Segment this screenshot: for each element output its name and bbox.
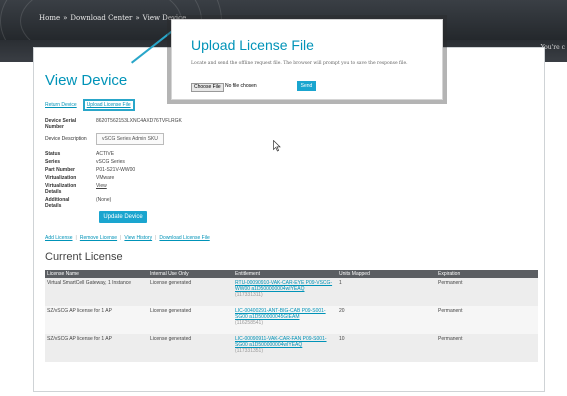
device-details: Device Serial Number 8620T562153LXNC4AXD…: [45, 118, 182, 211]
upload-license-highlight: Upload License File: [82, 99, 135, 111]
detail-row-description: Device Description vSCG Series Admin SKU: [45, 133, 182, 145]
detail-value: (None): [96, 197, 112, 203]
units-mapped-cell: 10: [337, 334, 436, 362]
detail-row-status: Status ACTIVE: [45, 151, 182, 157]
popup-title: Upload License File: [191, 37, 314, 53]
table-row: Virtual SmartCell Gateway, 1 Instance Li…: [45, 278, 538, 306]
detail-row-virtualization: Virtualization VMware: [45, 175, 182, 181]
return-device-link[interactable]: Return Device: [45, 102, 77, 108]
detail-row-additional: Additional Details (None): [45, 197, 182, 209]
detail-label: Series: [45, 159, 61, 165]
link-separator: |: [120, 235, 122, 241]
view-history-link[interactable]: View History: [124, 235, 152, 241]
virtualization-view-link[interactable]: View: [96, 183, 107, 195]
license-name-cell: SZ/vSCG AP license for 1 AP: [45, 334, 148, 362]
remove-license-link[interactable]: Remove License: [80, 235, 117, 241]
internal-use-cell: License generated: [148, 334, 233, 362]
table-row: SZ/vSCG AP license for 1 AP License gene…: [45, 334, 538, 362]
entitlement-id: (117331311): [235, 292, 263, 298]
table-header-row: License Name Internal Use Only Entitleme…: [45, 270, 538, 278]
table-row: SZ/vSCG AP license for 1 AP License gene…: [45, 306, 538, 334]
send-button[interactable]: Send: [297, 81, 316, 91]
link-separator: |: [75, 235, 77, 241]
device-links: Return Device Upload License File: [45, 99, 135, 111]
internal-use-cell: License generated: [148, 306, 233, 334]
detail-row-part-number: Part Number P01-S21V-WW00: [45, 167, 182, 173]
expiration-cell: Permanent: [436, 306, 538, 334]
internal-use-cell: License generated: [148, 278, 233, 306]
detail-label: Device Description: [45, 136, 87, 142]
download-license-file-link[interactable]: Download License File: [159, 235, 209, 241]
license-name-cell: Virtual SmartCell Gateway, 1 Instance: [45, 278, 148, 306]
column-header: Units Mapped: [337, 270, 436, 278]
entitlement-id: (117331351): [235, 348, 263, 354]
detail-value: P01-S21V-WW00: [96, 167, 136, 173]
units-mapped-cell: 20: [337, 306, 436, 334]
entitlement-cell: LIC-00400291-ANT-BIG-CAB P09-S001-SG00 a…: [233, 306, 337, 334]
column-header: Expiration: [436, 270, 538, 278]
detail-value: vSCG Series: [96, 159, 125, 165]
expiration-cell: Permanent: [436, 334, 538, 362]
upload-license-popup: Upload License File Locate and send the …: [171, 19, 443, 100]
license-name-cell: SZ/vSCG AP license for 1 AP: [45, 306, 148, 334]
expiration-cell: Permanent: [436, 278, 538, 306]
detail-label: Device Serial Number: [45, 118, 77, 130]
detail-value: ACTIVE: [96, 151, 115, 157]
license-table: License Name Internal Use Only Entitleme…: [45, 270, 538, 362]
upload-license-link[interactable]: Upload License File: [87, 102, 131, 108]
column-header: Internal Use Only: [148, 270, 233, 278]
breadcrumb-download-center[interactable]: Download Center: [70, 14, 132, 22]
breadcrumb: Home» Download Center» View Device: [39, 14, 186, 22]
entitlement-link[interactable]: RTU-00090910-VAK-CAR-EYE P09-VSCG-WW00 a…: [235, 280, 332, 292]
detail-label: Status: [45, 151, 61, 157]
detail-label: Virtualization Details: [45, 183, 77, 195]
entitlement-cell: RTU-00090910-VAK-CAR-EYE P09-VSCG-WW00 a…: [233, 278, 337, 306]
file-status-text: No file chosen: [225, 83, 257, 89]
breadcrumb-home[interactable]: Home: [39, 14, 60, 22]
detail-label: Virtualization: [45, 175, 77, 181]
device-description-box: vSCG Series Admin SKU: [96, 133, 164, 145]
entitlement-link[interactable]: LIC-00400291-ANT-BIG-CAB P09-S001-SG00 a…: [235, 308, 326, 320]
license-actions: Add License | Remove License | View History |…: [45, 235, 210, 241]
detail-label: Additional Details: [45, 197, 70, 209]
choose-file-button[interactable]: Choose File: [191, 83, 224, 92]
breadcrumb-separator: »: [135, 14, 140, 22]
add-license-link[interactable]: Add License: [45, 235, 73, 241]
mouse-cursor-icon: [273, 140, 281, 152]
detail-value: 8620T562153LXNC4AXD76TVFLRGK: [96, 118, 182, 124]
detail-row-serial: Device Serial Number 8620T562153LXNC4AXD…: [45, 118, 182, 130]
units-mapped-cell: 1: [337, 278, 436, 306]
entitlement-id: (116258541): [235, 320, 263, 326]
column-header: License Name: [45, 270, 148, 278]
current-license-heading: Current License: [45, 251, 123, 263]
detail-value: VMware: [96, 175, 115, 181]
entitlement-link[interactable]: LIC-00090911-VAK-CAR-FAN P09-S001-SG00 a…: [235, 336, 327, 348]
page-title: View Device: [45, 72, 128, 89]
breadcrumb-separator: »: [63, 14, 68, 22]
detail-label: Part Number: [45, 167, 76, 173]
column-header: Entitlement: [233, 270, 337, 278]
popup-description: Locate and send the offline request file…: [191, 61, 408, 66]
entitlement-cell: LIC-00090911-VAK-CAR-FAN P09-S001-SG00 a…: [233, 334, 337, 362]
link-separator: |: [155, 235, 157, 241]
detail-row-series: Series vSCG Series: [45, 159, 182, 165]
detail-row-virtualization-details: Virtualization Details View: [45, 183, 182, 195]
update-device-button[interactable]: Update Device: [99, 211, 147, 223]
